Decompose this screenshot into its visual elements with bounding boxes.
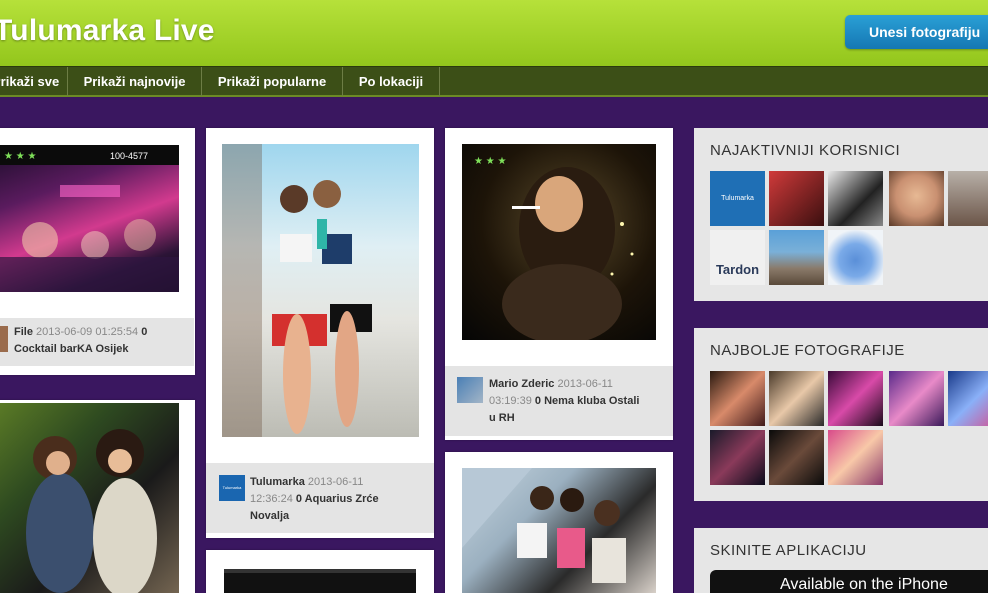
beach-party-graphic bbox=[222, 144, 372, 437]
user-thumb[interactable] bbox=[889, 171, 944, 226]
app-download-widget: SKINITE APLIKACIJU Available on the iPho… bbox=[694, 528, 988, 593]
widget-title: NAJBOLJE FOTOGRAFIJE bbox=[710, 342, 905, 359]
post-meta: Tulumarka Tulumarka 2013-06-11 12:36:24 … bbox=[206, 463, 434, 533]
post-location-line2[interactable]: u RH bbox=[489, 410, 515, 427]
photo-thumbnail[interactable] bbox=[462, 468, 656, 593]
active-users-widget: NAJAKTIVNIJI KORISNICI Tulumarka Tardon bbox=[694, 128, 988, 301]
photo-card: Tulumarka Tulumarka 2013-06-11 12:36:24 … bbox=[206, 128, 434, 538]
user-thumb[interactable] bbox=[769, 230, 824, 285]
user-thumb[interactable] bbox=[948, 171, 988, 226]
post-time: 03:19:39 bbox=[489, 395, 532, 407]
photo-thumb[interactable] bbox=[769, 430, 824, 485]
post-location-line2[interactable]: Novalja bbox=[250, 508, 289, 525]
photo-thumbnail[interactable] bbox=[222, 144, 419, 437]
photo-card: 100-4577 ★ ★ ★ File 2013-06-09 01:25:54 … bbox=[0, 128, 195, 375]
user-thumb[interactable]: Tulumarka bbox=[710, 171, 765, 226]
post-author[interactable]: File bbox=[14, 326, 33, 338]
girls-photo-graphic bbox=[26, 429, 157, 593]
photo-card bbox=[0, 400, 195, 593]
post-count: 0 bbox=[534, 395, 542, 407]
widget-title: SKINITE APLIKACIJU bbox=[710, 542, 867, 559]
user-thumb-text: Tulumarka bbox=[721, 195, 754, 202]
site-title[interactable]: Tulumarka Live bbox=[0, 14, 215, 48]
group-photo-graphic bbox=[462, 468, 626, 583]
photo-thumbnail[interactable] bbox=[224, 569, 416, 593]
photo-card bbox=[445, 452, 673, 593]
nav-show-newest[interactable]: Prikaži najnovije bbox=[68, 67, 202, 96]
svg-text:★ ★ ★: ★ ★ ★ bbox=[474, 156, 506, 167]
post-location[interactable]: Aquarius Zrće bbox=[305, 493, 379, 505]
nav-by-location[interactable]: Po lokaciji bbox=[343, 67, 440, 96]
nav-show-all[interactable]: Prikaži sve bbox=[0, 67, 68, 96]
post-time: 12:36:24 bbox=[250, 493, 293, 505]
post-date: 2013-06-11 bbox=[557, 378, 613, 390]
main-nav: Prikaži sve Prikaži najnovije Prikaži po… bbox=[0, 66, 988, 97]
photo-thumb[interactable] bbox=[828, 371, 883, 426]
photo-card bbox=[206, 550, 434, 593]
post-author[interactable]: Mario Zderic bbox=[489, 378, 554, 390]
user-thumb[interactable] bbox=[769, 171, 824, 226]
post-author[interactable]: Tulumarka bbox=[250, 476, 305, 488]
post-location[interactable]: Cocktail barKA Osijek bbox=[14, 341, 129, 358]
post-datetime: 2013-06-09 01:25:54 bbox=[36, 326, 139, 338]
photo-card: ★ ★ ★ Mario Zderic 2013-06-11 03:19:39 0… bbox=[445, 128, 673, 440]
photo-thumb[interactable] bbox=[889, 371, 944, 426]
party-photo-graphic: 100-4577 ★ ★ ★ bbox=[0, 145, 179, 292]
smoking-girl-graphic: ★ ★ ★ bbox=[474, 156, 634, 340]
user-avatar[interactable]: Tulumarka bbox=[219, 475, 245, 501]
photo-thumbnail[interactable]: 100-4577 ★ ★ ★ bbox=[0, 145, 179, 292]
app-store-badge[interactable]: Available on the iPhone bbox=[710, 570, 988, 593]
user-thumb[interactable] bbox=[828, 171, 883, 226]
photo-thumb[interactable] bbox=[769, 371, 824, 426]
post-date: 2013-06-11 bbox=[307, 476, 364, 488]
best-photos-widget: NAJBOLJE FOTOGRAFIJE bbox=[694, 328, 988, 501]
upload-photo-button[interactable]: Unesi fotografiju bbox=[845, 15, 988, 49]
camera-counter-text: 100-4577 bbox=[110, 151, 148, 161]
photo-thumb[interactable] bbox=[710, 371, 765, 426]
content-background bbox=[0, 97, 988, 127]
avatar-text: Tulumarka bbox=[222, 485, 242, 490]
post-count: 0 bbox=[141, 326, 148, 338]
nav-show-popular[interactable]: Prikaži popularne bbox=[202, 67, 343, 96]
svg-text:★ ★ ★: ★ ★ ★ bbox=[4, 151, 36, 162]
user-thumb[interactable] bbox=[828, 230, 883, 285]
photo-thumbnail[interactable]: ★ ★ ★ bbox=[462, 144, 656, 340]
site-header: Tulumarka Live Unesi fotografiju bbox=[0, 0, 988, 66]
user-avatar[interactable] bbox=[0, 326, 8, 352]
post-count: 0 bbox=[295, 493, 303, 505]
tardon-text: Tardon bbox=[715, 262, 760, 277]
post-location[interactable]: Nema kluba Ostali bbox=[544, 395, 639, 407]
post-meta: Mario Zderic 2013-06-11 03:19:39 0 Nema … bbox=[445, 366, 673, 436]
post-meta: File 2013-06-09 01:25:54 0 Cocktail barK… bbox=[0, 318, 194, 366]
photo-thumbnail[interactable] bbox=[0, 403, 179, 593]
photo-thumb[interactable] bbox=[948, 371, 988, 426]
user-thumb[interactable]: Tardon bbox=[710, 230, 765, 285]
photo-thumb[interactable] bbox=[828, 430, 883, 485]
widget-title: NAJAKTIVNIJI KORISNICI bbox=[710, 142, 901, 159]
user-avatar[interactable] bbox=[457, 377, 483, 403]
photo-thumb[interactable] bbox=[710, 430, 765, 485]
